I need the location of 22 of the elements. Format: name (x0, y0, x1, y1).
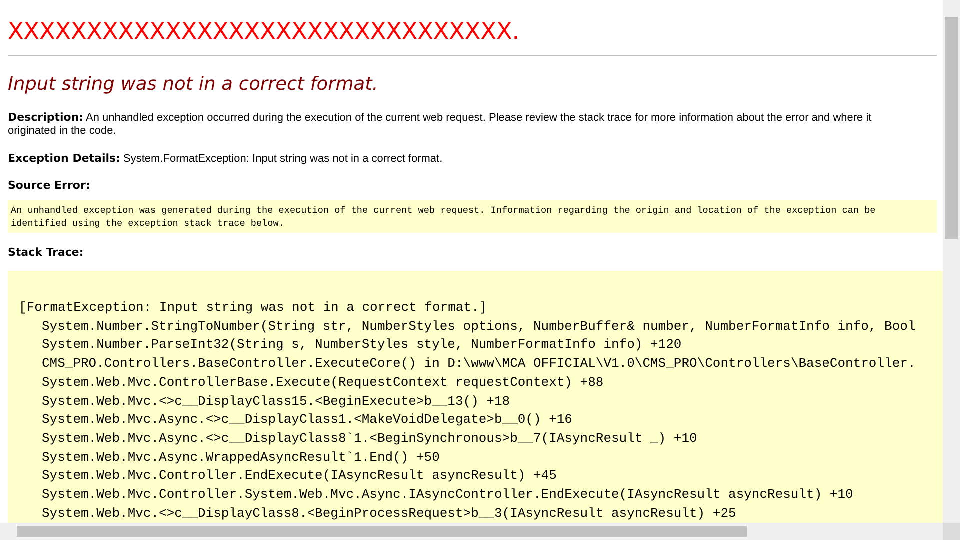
scrollbar-corner (943, 523, 960, 540)
source-error-label: Source Error: (8, 179, 90, 192)
stack-frame-line: System.Web.Mvc.<>c__DisplayClass8.<BeginProcessRequest>b__3(IAsyncResult asyncResult) +25 (42, 504, 736, 523)
vertical-scrollbar[interactable] (943, 0, 960, 523)
exception-line: [FormatException: Input string was not in a correct format.] (19, 299, 488, 317)
stack-frame-line: System.Number.ParseInt32(String s, NumberStyles style, NumberFormatInfo info) +120 (42, 336, 682, 354)
source-error-message: An unhandled exception was generated during the execution of the current web request. Information regarding the origin and location of the exception can be identified using the exception stack trace below. (11, 204, 877, 230)
error-heading: Input string was not in a correct format. (8, 73, 378, 97)
exception-details-text: Exception Details: System.FormatException: Input string was not in a correct format. (8, 152, 444, 166)
description-text: Description: An unhandled exception occurred during the execution of the current web request. Please review the stack trace for more information about the error and where it originated in the code. (8, 111, 873, 138)
stack-frame-line: System.Number.StringToNumber(String str, NumberStyles options, NumberBuffer& number, NumberFormatInfo info, Bool (42, 318, 916, 336)
stack-frame-line: System.Web.Mvc.Async.<>c__DisplayClass8`1.<BeginSynchronous>b__7(IAsyncResult _) +10 (42, 430, 698, 448)
horizontal-scrollbar[interactable] (0, 523, 943, 540)
stack-frame-line: System.Web.Mvc.ControllerBase.Execute(RequestContext requestContext) +88 (42, 374, 604, 392)
stack-trace-label: Stack Trace: (8, 246, 84, 259)
stack-frame-line: System.Web.Mvc.Controller.System.Web.Mvc.Async.IAsyncController.EndExecute(IAsyncResult asyncResult) +10 (42, 486, 854, 504)
stack-frame-line: System.Web.Mvc.Async.<>c__DisplayClass1.<MakeVoidDelegate>b__0() +16 (42, 411, 572, 430)
stack-frame-line: CMS_PRO.Controllers.BaseController.ExecuteCore() in D:\www\MCA OFFICIAL\V1.0\CMS_PRO\Controllers\BaseController. (42, 355, 916, 374)
page-title: XXXXXXXXXXXXXXXXXXXXXXXXXXXXXXXX. (8, 18, 520, 47)
stack-frame-line: System.Web.Mvc.<>c__DisplayClass15.<BeginExecute>b__13() +18 (42, 392, 510, 411)
stack-frame-line: System.Web.Mvc.Controller.EndExecute(IAsyncResult asyncResult) +45 (42, 467, 557, 486)
stack-frame-line: System.Web.Mvc.Async.WrappedAsyncResult`1.End() +50 (42, 448, 440, 467)
